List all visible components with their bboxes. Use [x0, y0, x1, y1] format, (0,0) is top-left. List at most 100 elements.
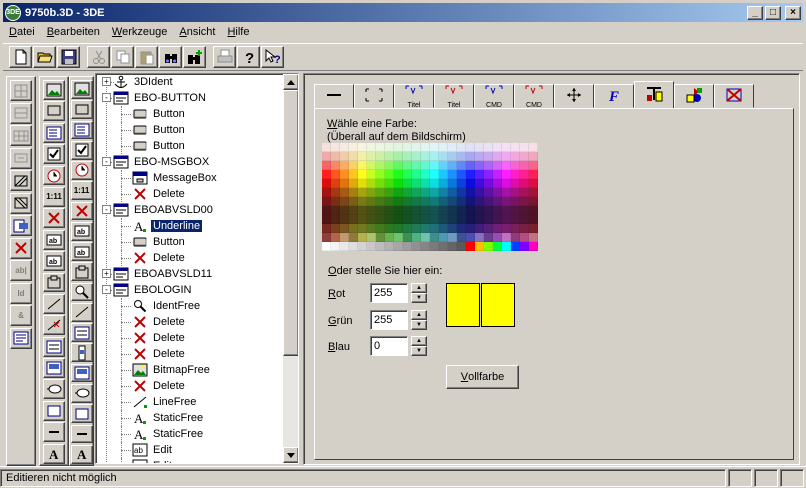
color-swatch[interactable] [529, 215, 538, 224]
edit-tool-2[interactable]: ab [70, 221, 93, 241]
color-swatch[interactable] [439, 143, 448, 152]
color-swatch[interactable] [493, 242, 502, 251]
color-swatch[interactable] [430, 197, 439, 206]
color-swatch[interactable] [529, 224, 538, 233]
color-swatch[interactable] [430, 161, 439, 170]
color-swatch[interactable] [367, 170, 376, 179]
color-swatch[interactable] [466, 233, 475, 242]
tree-node-label[interactable]: MessageBox [151, 172, 219, 184]
tree-node[interactable]: MessageBox [96, 170, 282, 186]
tree-node[interactable]: Button [96, 234, 282, 250]
color-swatch[interactable] [340, 233, 349, 242]
tree-node[interactable]: A StaticFree [96, 410, 282, 426]
color-swatch[interactable] [529, 233, 538, 242]
tree-scrollbar[interactable] [283, 74, 298, 463]
line-tool-2[interactable] [70, 302, 93, 322]
color-swatch[interactable] [394, 188, 403, 197]
menu-bearbeiten[interactable]: Bearbeiten [41, 26, 106, 38]
color-swatch[interactable] [466, 152, 475, 161]
menu-hilfe[interactable]: Hilfe [221, 26, 255, 38]
color-swatch[interactable] [403, 170, 412, 179]
color-swatch[interactable] [502, 143, 511, 152]
bubble-tool-2[interactable] [70, 383, 93, 403]
color-swatch[interactable] [448, 143, 457, 152]
color-swatch[interactable] [475, 170, 484, 179]
color-swatch[interactable] [421, 224, 430, 233]
color-swatch[interactable] [466, 179, 475, 188]
ab-button[interactable]: ab| [10, 260, 32, 281]
color-swatch[interactable] [412, 233, 421, 242]
color-swatch[interactable] [502, 206, 511, 215]
color-swatch[interactable] [502, 233, 511, 242]
color-swatch[interactable] [385, 242, 394, 251]
color-swatch[interactable] [493, 179, 502, 188]
color-swatch[interactable] [448, 179, 457, 188]
maximize-button[interactable]: □ [765, 5, 781, 20]
color-swatch[interactable] [520, 215, 529, 224]
color-swatch[interactable] [511, 242, 520, 251]
color-swatch[interactable] [421, 233, 430, 242]
tree-node-label[interactable]: Delete [151, 348, 187, 360]
delete-tool-2[interactable] [70, 201, 93, 221]
color-swatch[interactable] [322, 197, 331, 206]
frame-tool-2[interactable] [70, 363, 93, 383]
color-swatch[interactable] [403, 143, 412, 152]
color-swatch[interactable] [349, 224, 358, 233]
tree-node[interactable]: ab Edit [96, 458, 282, 463]
copy-button[interactable] [111, 46, 134, 68]
blau-down-button[interactable]: ▼ [411, 346, 427, 356]
color-swatch[interactable] [439, 179, 448, 188]
color-swatch[interactable] [394, 233, 403, 242]
color-swatch[interactable] [457, 215, 466, 224]
color-swatch[interactable] [439, 152, 448, 161]
color-swatch[interactable] [376, 161, 385, 170]
tree-node[interactable]: Delete [96, 186, 282, 202]
color-swatch[interactable] [349, 179, 358, 188]
color-swatch[interactable] [502, 170, 511, 179]
color-swatch[interactable] [502, 161, 511, 170]
color-swatch[interactable] [385, 233, 394, 242]
color-swatch[interactable] [349, 152, 358, 161]
title-bar[interactable]: 3DE 9750b.3D - 3DE _ □ × [3, 3, 803, 22]
color-swatch[interactable] [394, 215, 403, 224]
color-swatch[interactable] [493, 143, 502, 152]
color-swatch[interactable] [331, 197, 340, 206]
tree-node[interactable]: Delete [96, 314, 282, 330]
color-swatch[interactable] [349, 233, 358, 242]
element-tree[interactable]: +3DIdent - EBO-BUTTON Button Button Button - EB… [95, 73, 299, 464]
zoom-tool[interactable] [70, 282, 93, 302]
color-swatch[interactable] [358, 206, 367, 215]
color-swatch[interactable] [358, 233, 367, 242]
find-button[interactable] [159, 46, 182, 68]
color-swatch[interactable] [358, 188, 367, 197]
tree-node-label[interactable]: LineFree [151, 396, 198, 408]
color-swatch[interactable] [529, 161, 538, 170]
color-swatch[interactable] [511, 179, 520, 188]
color-swatch[interactable] [493, 224, 502, 233]
ampersand-button[interactable]: & [10, 305, 32, 326]
color-swatch[interactable] [358, 215, 367, 224]
ratio-tool[interactable]: 1:11 [43, 186, 65, 207]
color-swatch[interactable] [349, 197, 358, 206]
color-swatch[interactable] [430, 179, 439, 188]
text-tool-2[interactable]: A [70, 444, 93, 464]
tab-fill-color[interactable] [674, 84, 714, 108]
help-button[interactable]: ? [237, 46, 260, 68]
color-swatch[interactable] [394, 152, 403, 161]
color-swatch[interactable] [466, 161, 475, 170]
tree-node-label[interactable]: Edit [151, 460, 174, 463]
color-swatch[interactable] [493, 206, 502, 215]
color-swatch[interactable] [358, 170, 367, 179]
color-swatch[interactable] [331, 170, 340, 179]
color-swatch[interactable] [439, 197, 448, 206]
color-swatch[interactable] [430, 152, 439, 161]
groupbox-tool-2[interactable] [70, 262, 93, 282]
color-swatch[interactable] [376, 170, 385, 179]
color-swatch[interactable] [349, 206, 358, 215]
open-file-button[interactable] [33, 46, 56, 68]
color-swatch[interactable] [439, 224, 448, 233]
color-swatch[interactable] [349, 170, 358, 179]
tab-font[interactable]: F [594, 84, 634, 108]
color-swatch[interactable] [367, 224, 376, 233]
bubble-tool[interactable] [43, 379, 65, 400]
